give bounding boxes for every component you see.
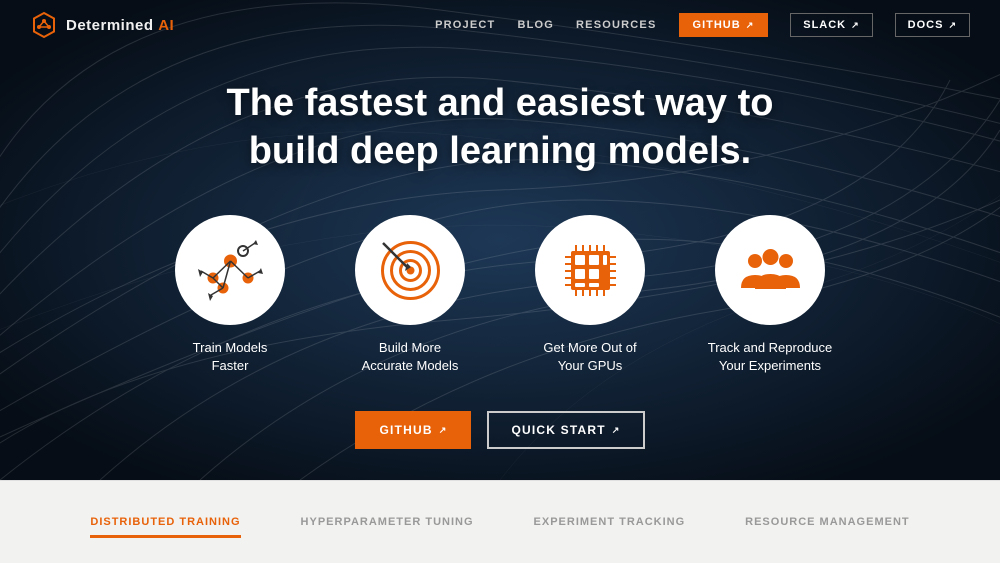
tab-experiment-tracking[interactable]: EXPERIMENT TRACKING [534,506,686,538]
feature-gpu: Get More Out of Your GPUs [525,215,655,375]
feature-train: Train Models Faster [165,215,295,375]
logo-icon [30,11,58,39]
tab-distributed-training[interactable]: DISTRIBUTED TRAINING [90,506,240,538]
feature-label-track: Track and Reproduce Your Experiments [708,339,833,375]
feature-label-gpu: Get More Out of Your GPUs [543,339,636,375]
hero-section: Determined AI PROJECT BLOG RESOURCES GIT… [0,0,1000,480]
feature-circle-gpu [535,215,645,325]
external-link-icon: ↗ [746,20,755,31]
feature-circle-train [175,215,285,325]
hero-content: The fastest and easiest way to build dee… [0,0,1000,449]
external-link-icon: ↗ [439,425,448,436]
nav-slack-button[interactable]: SLACK ↗ [790,13,872,37]
feature-accurate: Build More Accurate Models [345,215,475,375]
nav-github-button[interactable]: GITHUB ↗ [679,13,769,37]
nav-project[interactable]: PROJECT [435,19,495,31]
features-row: Train Models Faster [165,215,835,375]
hero-quickstart-button[interactable]: QUICK START ↗ [487,411,644,449]
external-link-icon: ↗ [948,20,957,31]
nav-resources[interactable]: RESOURCES [576,19,656,31]
feature-track: Track and Reproduce Your Experiments [705,215,835,375]
tab-hyperparameter-tuning[interactable]: HYPERPARAMETER TUNING [301,506,474,538]
feature-circle-track [715,215,825,325]
nav-docs-button[interactable]: DOCS ↗ [895,13,970,37]
hero-github-button[interactable]: GITHUB ↗ [355,411,471,449]
logo: Determined AI [30,11,174,39]
tab-resource-management[interactable]: RESOURCE MANAGEMENT [745,506,909,538]
hero-title: The fastest and easiest way to build dee… [227,80,774,175]
external-link-icon: ↗ [851,20,860,31]
action-buttons: GITHUB ↗ QUICK START ↗ [355,411,644,449]
feature-label-accurate: Build More Accurate Models [362,339,459,375]
feature-label-train: Train Models Faster [193,339,268,375]
feature-circle-accurate [355,215,465,325]
external-link-icon: ↗ [612,425,621,436]
tabs-section: DISTRIBUTED TRAINING HYPERPARAMETER TUNI… [0,480,1000,563]
main-nav: PROJECT BLOG RESOURCES GITHUB ↗ SLACK ↗ … [435,13,970,37]
header: Determined AI PROJECT BLOG RESOURCES GIT… [0,0,1000,50]
nav-blog[interactable]: BLOG [517,19,554,31]
logo-text: Determined AI [66,17,174,34]
